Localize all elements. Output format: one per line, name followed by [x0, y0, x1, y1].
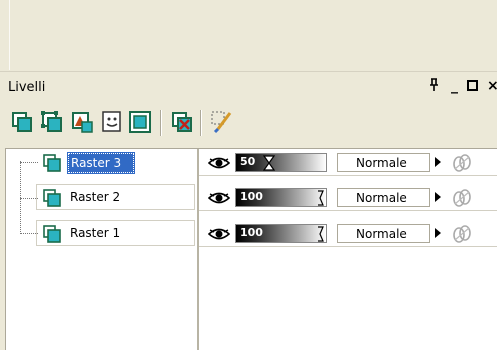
layer-row-raster-1[interactable]: Raster 1: [38, 221, 195, 247]
opacity-slider[interactable]: 50: [235, 153, 327, 172]
opacity-value: 100: [240, 190, 263, 203]
layers-palette-titlebar[interactable]: Livelli _ ×: [0, 71, 497, 100]
opacity-value: 50: [240, 155, 256, 168]
layer-list: Raster 3 Raster 2 Raster 1: [6, 149, 199, 350]
opacity-marker-icon: [318, 226, 324, 242]
opacity-slider[interactable]: 100: [235, 224, 327, 243]
raster-layer-icon: [43, 189, 61, 207]
tree-branch: [20, 162, 38, 163]
toolbar-separator: [200, 110, 202, 136]
palette-title: Livelli: [8, 80, 46, 95]
layers-toolbar: [0, 100, 497, 146]
visibility-eye-icon[interactable]: [208, 156, 230, 170]
layer-props-raster-3: 50 Normale: [199, 150, 497, 176]
close-button[interactable]: ×: [487, 78, 497, 94]
new-layer-group-icon[interactable]: [128, 110, 152, 134]
layer-properties: 50 Normale 100 Normale 100 Normale: [199, 149, 497, 350]
blend-mode-select[interactable]: Normale: [337, 153, 430, 172]
layer-props-raster-2: 100 Normale: [199, 185, 497, 211]
blend-mode-arrow-icon[interactable]: [435, 157, 441, 167]
blend-mode-select[interactable]: Normale: [337, 224, 430, 243]
opacity-marker-icon: [263, 155, 275, 171]
blend-mode-arrow-icon[interactable]: [435, 228, 441, 238]
layers-panel: Raster 3 Raster 2 Raster 1 50 Normale 10…: [5, 148, 497, 350]
blend-mode-arrow-icon[interactable]: [435, 192, 441, 202]
layer-row-raster-2[interactable]: Raster 2: [38, 185, 195, 211]
raster-layer-icon: [43, 154, 61, 172]
opacity-value: 100: [240, 226, 263, 239]
blend-mode-value: Normale: [356, 191, 407, 205]
new-adjustment-layer-icon[interactable]: [70, 110, 94, 134]
new-vector-layer-icon[interactable]: [40, 110, 64, 134]
lock-transparency-icon[interactable]: [451, 188, 473, 208]
workspace-top: [0, 0, 497, 70]
minimize-button[interactable]: _: [451, 78, 458, 94]
workspace-edge: [9, 0, 10, 70]
blend-mode-select[interactable]: Normale: [337, 188, 430, 207]
new-mask-layer-icon[interactable]: [100, 110, 124, 134]
edit-selection-icon[interactable]: [210, 110, 234, 134]
lock-transparency-icon[interactable]: [451, 153, 473, 173]
new-raster-layer-icon[interactable]: [10, 110, 34, 134]
lock-transparency-icon[interactable]: [451, 224, 473, 244]
layer-row-raster-3[interactable]: Raster 3: [38, 150, 195, 176]
visibility-eye-icon[interactable]: [208, 227, 230, 241]
blend-mode-value: Normale: [356, 227, 407, 241]
layer-name: Raster 1: [70, 226, 121, 240]
raster-layer-icon: [43, 225, 61, 243]
layer-name: Raster 3: [66, 152, 136, 174]
toolbar-separator: [160, 110, 162, 136]
tree-line: [20, 161, 21, 232]
layer-props-raster-1: 100 Normale: [199, 221, 497, 247]
opacity-marker-icon: [318, 190, 324, 206]
layer-name: Raster 2: [70, 190, 121, 204]
opacity-slider[interactable]: 100: [235, 188, 327, 207]
maximize-button[interactable]: [467, 80, 478, 91]
delete-layer-icon[interactable]: [170, 110, 194, 134]
pin-icon[interactable]: [428, 78, 440, 97]
blend-mode-value: Normale: [356, 156, 407, 170]
visibility-eye-icon[interactable]: [208, 191, 230, 205]
